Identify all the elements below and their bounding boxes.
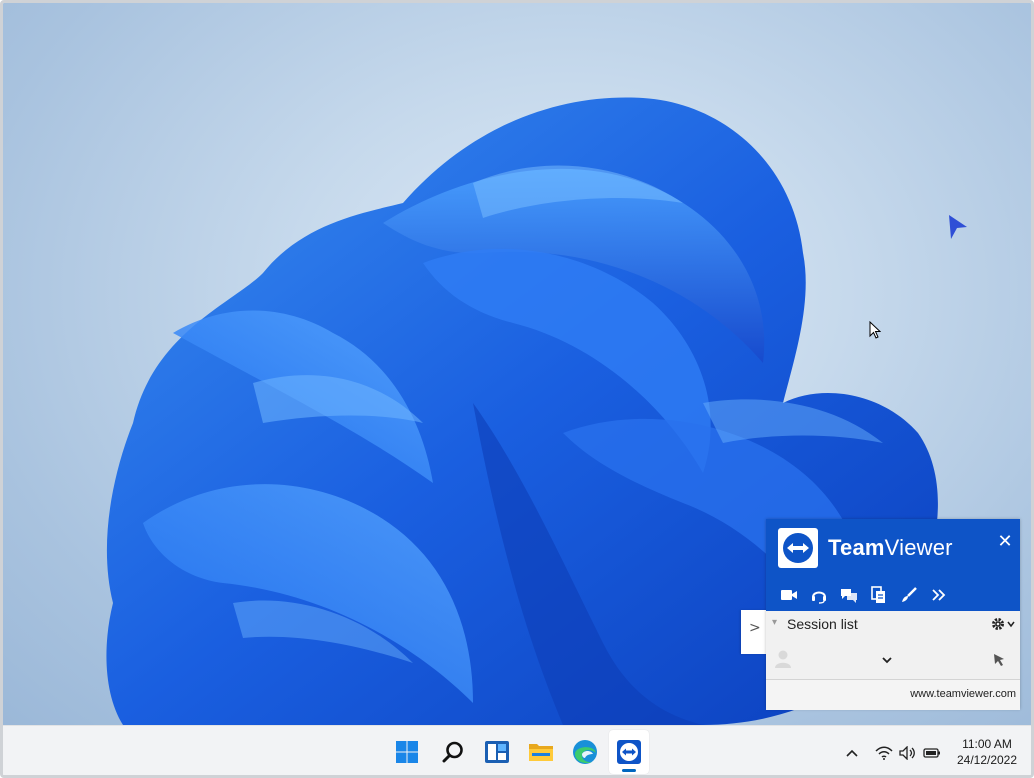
teamviewer-toolbar bbox=[778, 585, 950, 605]
chevron-down-icon[interactable] bbox=[881, 656, 893, 664]
teamviewer-footer: www.teamviewer.com bbox=[766, 679, 1020, 710]
mouse-cursor-icon bbox=[869, 321, 881, 339]
teamviewer-logo-icon bbox=[783, 533, 813, 563]
teamviewer-taskbar-icon[interactable] bbox=[615, 738, 643, 766]
screen-frame: > TeamViewer ✕ ▾ Session list www.teamvi… bbox=[0, 0, 1034, 778]
file-transfer-icon[interactable] bbox=[868, 585, 890, 605]
session-panel-expand-tab[interactable]: > bbox=[741, 610, 767, 654]
chevron-down-icon: ▾ bbox=[772, 617, 778, 628]
system-clock[interactable]: 11:00 AM 24/12/2022 bbox=[951, 736, 1023, 768]
whiteboard-brush-icon[interactable] bbox=[898, 585, 920, 605]
edge-browser-icon[interactable] bbox=[571, 738, 599, 766]
start-windows-icon[interactable] bbox=[393, 738, 421, 766]
session-user-row[interactable] bbox=[766, 645, 1020, 677]
remote-control-cursor-icon[interactable] bbox=[992, 652, 1006, 668]
close-icon[interactable]: ✕ bbox=[996, 533, 1014, 551]
search-icon[interactable] bbox=[439, 738, 467, 766]
wifi-icon[interactable] bbox=[875, 743, 893, 763]
taskbar: 11:00 AM 24/12/2022 bbox=[3, 725, 1031, 775]
clock-date: 24/12/2022 bbox=[956, 753, 1018, 767]
teamviewer-brand: TeamViewer bbox=[828, 535, 953, 560]
chevron-right-icon: > bbox=[749, 620, 761, 636]
file-explorer-icon[interactable] bbox=[527, 738, 555, 766]
video-camera-icon[interactable] bbox=[778, 585, 800, 605]
show-hidden-icons-chevron-up-icon[interactable] bbox=[845, 743, 859, 763]
clock-time: 11:00 AM bbox=[962, 737, 1012, 751]
more-chevrons-icon[interactable] bbox=[928, 585, 950, 605]
user-avatar-icon bbox=[775, 650, 791, 668]
widgets-icon[interactable] bbox=[483, 738, 511, 766]
session-list-label: Session list bbox=[787, 616, 858, 632]
remote-pointer-icon bbox=[949, 215, 967, 239]
teamviewer-website-link[interactable]: www.teamviewer.com bbox=[910, 688, 1016, 700]
headset-icon[interactable] bbox=[808, 585, 830, 605]
gear-icon[interactable] bbox=[990, 615, 1016, 633]
battery-icon[interactable] bbox=[923, 743, 941, 763]
volume-icon[interactable] bbox=[899, 743, 917, 763]
teamviewer-panel: TeamViewer ✕ ▾ Session list www.teamview… bbox=[766, 519, 1020, 710]
teamviewer-header: TeamViewer ✕ bbox=[766, 519, 1020, 611]
chat-icon[interactable] bbox=[838, 585, 860, 605]
teamviewer-logo bbox=[778, 528, 818, 568]
active-app-indicator bbox=[622, 769, 636, 772]
teamviewer-body: ▾ Session list www.teamviewer.com bbox=[766, 611, 1020, 710]
session-list-header[interactable]: ▾ Session list bbox=[766, 611, 1020, 641]
